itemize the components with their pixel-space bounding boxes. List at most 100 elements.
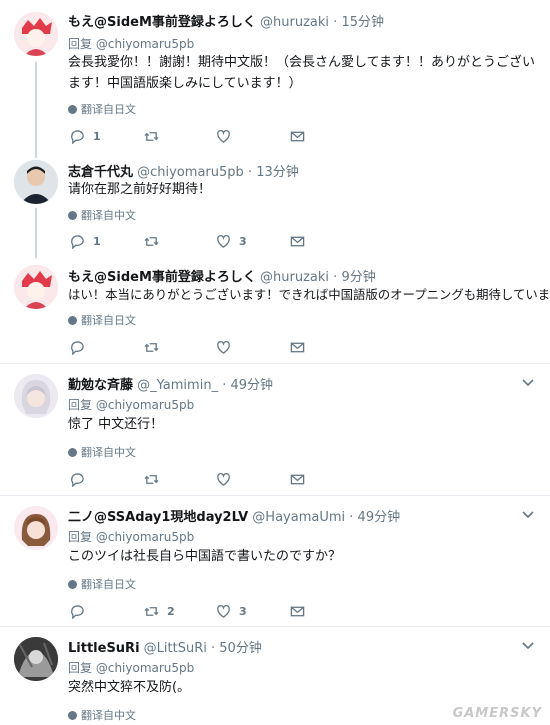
tweet-actions bbox=[70, 339, 330, 355]
reply-button[interactable] bbox=[70, 603, 93, 619]
reply-icon bbox=[71, 340, 84, 355]
translate-link[interactable]: 翻译自日文 bbox=[68, 101, 136, 117]
tweet-5[interactable]: 二ノ@SSAday1現地day2LV @HayamaUmi · 49分钟 回复 … bbox=[0, 496, 550, 626]
retweet-icon bbox=[144, 606, 159, 616]
replying-handle[interactable]: @chiyomaru5pb bbox=[96, 398, 194, 412]
avatar[interactable] bbox=[14, 160, 58, 204]
caret-down-icon[interactable] bbox=[522, 510, 534, 520]
timestamp[interactable]: 9分钟 bbox=[341, 270, 375, 285]
tweet-text: 惊了 中文还行！ bbox=[68, 417, 164, 432]
user-handle[interactable]: @huruzaki bbox=[260, 270, 329, 285]
separator-dot: · bbox=[333, 15, 338, 30]
thread-line bbox=[35, 62, 37, 158]
tweet-text: はい！本当にありがとうございます！できれば中国語版のオープニングも期待しています… bbox=[68, 287, 550, 302]
reply-icon bbox=[71, 472, 84, 487]
display-name[interactable]: もえ@SideM事前登録よろしく bbox=[68, 15, 256, 30]
tweet-1[interactable]: もえ@SideM事前登録よろしく @huruzaki · 15分钟 回复 @ch… bbox=[0, 0, 550, 158]
translate-link[interactable]: 翻译自中文 bbox=[68, 444, 136, 460]
replying-prefix: 回复 bbox=[68, 530, 93, 544]
timestamp[interactable]: 50分钟 bbox=[219, 641, 262, 656]
replying-to: 回复 @chiyomaru5pb bbox=[68, 528, 194, 545]
tweet-actions: 2 3 bbox=[70, 603, 330, 619]
reply-icon bbox=[71, 129, 84, 144]
reply-button[interactable]: 1 bbox=[70, 128, 101, 144]
avatar[interactable] bbox=[14, 374, 58, 418]
translate-link[interactable]: 翻译自中文 bbox=[68, 707, 136, 723]
translate-link[interactable]: 翻译自日文 bbox=[68, 576, 136, 592]
reply-button[interactable]: 1 bbox=[70, 233, 101, 249]
globe-icon bbox=[68, 210, 77, 220]
tweet-text: 会長我愛你！！謝謝！期待中文版！（会長さん愛してます！！ありがとうございます！中… bbox=[68, 55, 535, 91]
like-button[interactable]: 3 bbox=[216, 233, 247, 249]
tweet-2[interactable]: 志倉千代丸 @chiyomaru5pb · 13分钟 请你在那之前好好期待！ 翻… bbox=[0, 150, 550, 258]
caret-down-icon[interactable] bbox=[522, 378, 534, 388]
like-count: 3 bbox=[239, 604, 247, 618]
tweet-3[interactable]: もえ@SideM事前登録よろしく @huruzaki · 9分钟 はい！本当にあ… bbox=[0, 255, 550, 363]
display-name[interactable]: 志倉千代丸 bbox=[68, 165, 133, 180]
retweet-button[interactable] bbox=[144, 128, 167, 144]
tweet-header: もえ@SideM事前登録よろしく @huruzaki · 9分钟 bbox=[68, 266, 376, 285]
like-button[interactable] bbox=[216, 471, 239, 487]
user-handle[interactable]: @LittSuRi bbox=[144, 641, 207, 656]
retweet-button[interactable]: 2 bbox=[144, 603, 175, 619]
dm-button[interactable] bbox=[290, 603, 305, 619]
avatar[interactable] bbox=[14, 506, 58, 550]
dm-icon bbox=[290, 606, 305, 616]
retweet-icon bbox=[144, 236, 159, 246]
like-icon bbox=[217, 472, 230, 486]
display-name[interactable]: もえ@SideM事前登録よろしく bbox=[68, 270, 256, 285]
avatar[interactable] bbox=[14, 265, 58, 309]
retweet-button[interactable] bbox=[144, 471, 167, 487]
translate-link[interactable]: 翻译自中文 bbox=[68, 207, 136, 223]
translate-label: 翻译自中文 bbox=[81, 209, 136, 222]
translate-label: 翻译自日文 bbox=[81, 578, 136, 591]
avatar[interactable] bbox=[14, 637, 58, 681]
replying-handle[interactable]: @chiyomaru5pb bbox=[96, 661, 194, 675]
user-handle[interactable]: @_Yamimin_ bbox=[137, 378, 218, 393]
dm-button[interactable] bbox=[290, 128, 305, 144]
thread-line bbox=[35, 208, 37, 258]
like-button[interactable] bbox=[216, 128, 239, 144]
retweet-icon bbox=[144, 474, 159, 484]
timestamp[interactable]: 49分钟 bbox=[358, 510, 401, 525]
separator-dot: · bbox=[211, 641, 216, 656]
timestamp[interactable]: 13分钟 bbox=[256, 165, 299, 180]
display-name[interactable]: 勤勉な斉藤 bbox=[68, 378, 133, 393]
reply-icon bbox=[71, 234, 84, 249]
user-handle[interactable]: @HayamaUmi bbox=[252, 510, 345, 525]
replying-handle[interactable]: @chiyomaru5pb bbox=[96, 530, 194, 544]
caret-down-icon[interactable] bbox=[522, 641, 534, 651]
separator-dot: · bbox=[222, 378, 227, 393]
replying-handle[interactable]: @chiyomaru5pb bbox=[96, 37, 194, 51]
translate-link[interactable]: 翻译自日文 bbox=[68, 312, 136, 328]
like-button[interactable] bbox=[216, 339, 239, 355]
translate-label: 翻译自中文 bbox=[81, 446, 136, 459]
retweet-button[interactable] bbox=[144, 339, 167, 355]
dm-button[interactable] bbox=[290, 339, 305, 355]
tweet-actions bbox=[70, 471, 330, 487]
globe-icon bbox=[68, 579, 77, 589]
user-handle[interactable]: @chiyomaru5pb bbox=[137, 165, 244, 180]
timestamp[interactable]: 15分钟 bbox=[341, 15, 384, 30]
retweet-button[interactable] bbox=[144, 233, 167, 249]
reply-button[interactable] bbox=[70, 339, 93, 355]
globe-icon bbox=[68, 104, 77, 114]
timestamp[interactable]: 49分钟 bbox=[231, 378, 274, 393]
like-button[interactable]: 3 bbox=[216, 603, 247, 619]
like-icon bbox=[217, 604, 230, 618]
separator-dot: · bbox=[349, 510, 354, 525]
user-handle[interactable]: @huruzaki bbox=[260, 15, 329, 30]
tweet-4[interactable]: 勤勉な斉藤 @_Yamimin_ · 49分钟 回复 @chiyomaru5pb… bbox=[0, 364, 550, 495]
dm-button[interactable] bbox=[290, 471, 305, 487]
retweet-count: 2 bbox=[167, 604, 175, 618]
like-icon bbox=[217, 129, 230, 143]
globe-icon bbox=[68, 710, 77, 720]
tweet-header: 勤勉な斉藤 @_Yamimin_ · 49分钟 bbox=[68, 374, 273, 393]
display-name[interactable]: LittleSuRi bbox=[68, 641, 140, 656]
dm-icon bbox=[290, 342, 305, 352]
reply-button[interactable] bbox=[70, 471, 93, 487]
dm-button[interactable] bbox=[290, 233, 305, 249]
tweet-header: LittleSuRi @LittSuRi · 50分钟 bbox=[68, 637, 262, 656]
avatar[interactable] bbox=[14, 12, 58, 56]
display-name[interactable]: 二ノ@SSAday1現地day2LV bbox=[68, 510, 248, 525]
